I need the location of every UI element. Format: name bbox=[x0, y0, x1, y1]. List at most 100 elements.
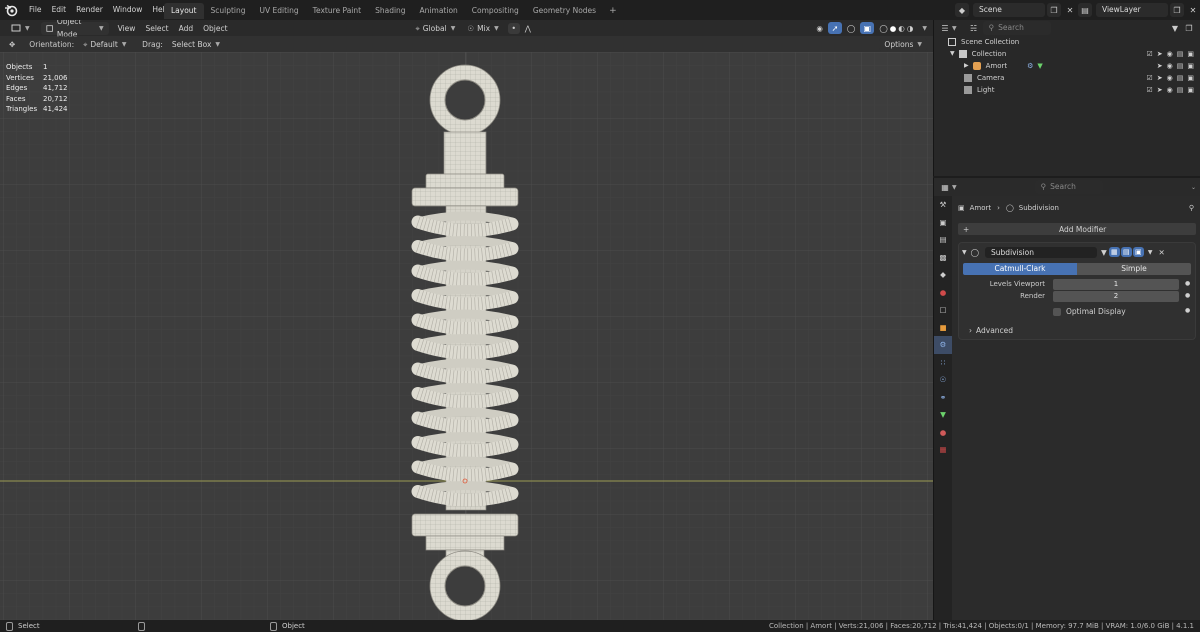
pivot-dropdown[interactable]: ☉ Mix ▼ bbox=[462, 22, 503, 35]
select-arrow-icon[interactable]: ➤ bbox=[1157, 48, 1163, 60]
material-shading-icon[interactable]: ◐ bbox=[898, 22, 905, 35]
expand-amort-icon[interactable]: ▶ bbox=[964, 60, 969, 72]
advanced-subpanel[interactable]: › Advanced bbox=[969, 326, 1013, 335]
camera-icon[interactable]: ▣ bbox=[1187, 60, 1194, 72]
menu-add[interactable]: Add bbox=[174, 22, 199, 35]
delete-scene-icon[interactable]: ✕ bbox=[1063, 3, 1077, 17]
object-tab-icon[interactable]: ■ bbox=[934, 319, 952, 337]
simple-button[interactable]: Simple bbox=[1077, 263, 1191, 275]
transform-orientation-dropdown[interactable]: ⌖ Global ▼ bbox=[411, 22, 461, 35]
transform-tool-icon[interactable]: ✥ bbox=[9, 40, 15, 49]
delete-viewlayer-icon[interactable]: ✕ bbox=[1186, 3, 1200, 17]
scene-tab-icon[interactable]: ◆ bbox=[934, 266, 952, 284]
new-scene-icon[interactable]: ❐ bbox=[1047, 3, 1061, 17]
outliner-item-camera[interactable]: Camera ☑ ➤ ◉ ▤ ▣ bbox=[964, 72, 1194, 84]
outliner-editor-icon[interactable]: ☰ bbox=[938, 21, 952, 35]
overlay-icon[interactable]: ◯ bbox=[842, 22, 860, 35]
3d-viewport[interactable]: ▼ Object Mode ▼ View Select Add Object ⌖ … bbox=[0, 20, 933, 620]
camera-icon[interactable]: ▣ bbox=[1187, 72, 1194, 84]
outliner-search-input[interactable]: ⚲ Search bbox=[982, 21, 1051, 35]
material-tab-icon[interactable]: ● bbox=[934, 424, 952, 442]
keyframe-dot-icon[interactable]: ● bbox=[1185, 307, 1190, 314]
properties-editor-icon[interactable]: ▦ bbox=[938, 180, 952, 194]
menu-edit[interactable]: Edit bbox=[47, 0, 72, 20]
keyframe-dot-icon[interactable]: ● bbox=[1185, 292, 1190, 299]
checkbox-icon[interactable]: ☑ bbox=[1146, 48, 1152, 60]
render-levels-field[interactable]: 2 bbox=[1053, 291, 1179, 302]
optimal-display-checkbox[interactable]: Optimal Display bbox=[1053, 307, 1126, 316]
texture-tab-icon[interactable]: ▦ bbox=[934, 441, 952, 459]
eye-icon[interactable]: ◉ bbox=[1167, 84, 1173, 96]
tool-tab-icon[interactable]: ⚒ bbox=[934, 196, 952, 214]
remove-modifier-icon[interactable]: ✕ bbox=[1158, 248, 1164, 257]
tab-sculpting[interactable]: Sculpting bbox=[204, 3, 253, 19]
menu-object[interactable]: Object bbox=[198, 22, 232, 35]
tab-compositing[interactable]: Compositing bbox=[465, 3, 526, 19]
outliner-item-collection[interactable]: ▼ Collection ☑ ➤ ◉ ▤ ▣ bbox=[950, 48, 1194, 60]
properties-editor-dropdown-icon[interactable]: ▼ bbox=[952, 184, 957, 191]
render-toggle-icon[interactable]: ▣ bbox=[1132, 247, 1144, 257]
outliner-item-amort[interactable]: ▶ Amort ⚙ ▼ ➤ ◉ ▤ ▣ bbox=[964, 60, 1194, 72]
eye-icon[interactable]: ◉ bbox=[1167, 60, 1173, 72]
tab-uv-editing[interactable]: UV Editing bbox=[253, 3, 306, 19]
new-collection-icon[interactable]: ❐ bbox=[1182, 21, 1196, 35]
wireframe-shading-icon[interactable]: ◯ bbox=[879, 22, 887, 35]
gizmo-icon[interactable]: ➚ bbox=[827, 22, 842, 34]
particles-tab-icon[interactable]: ∷ bbox=[934, 354, 952, 372]
physics-tab-icon[interactable]: ☉ bbox=[934, 371, 952, 389]
levels-viewport-field[interactable]: 1 bbox=[1053, 279, 1179, 290]
viewlayer-field[interactable]: ViewLayer bbox=[1096, 3, 1168, 17]
shading-dropdown-icon[interactable]: ▼ bbox=[922, 25, 927, 32]
new-viewlayer-icon[interactable]: ❐ bbox=[1170, 3, 1184, 17]
solid-shading-icon[interactable]: ● bbox=[890, 22, 897, 35]
collection-tab-icon[interactable]: ▢ bbox=[934, 301, 952, 319]
expand-collection-icon[interactable]: ▼ bbox=[950, 48, 955, 60]
camera-icon[interactable]: ▣ bbox=[1187, 84, 1194, 96]
menu-file[interactable]: File bbox=[24, 0, 47, 20]
menu-view[interactable]: View bbox=[113, 22, 141, 35]
select-arrow-icon[interactable]: ➤ bbox=[1157, 72, 1163, 84]
xray-icon[interactable]: ▣ bbox=[860, 22, 875, 34]
monitor-icon[interactable]: ▤ bbox=[1177, 72, 1184, 84]
collapse-icon[interactable]: ▼ bbox=[962, 249, 967, 256]
outliner-editor-dropdown-icon[interactable]: ▼ bbox=[952, 25, 957, 32]
outliner-scene-collection[interactable]: Scene Collection bbox=[948, 36, 1019, 48]
visibility-icon[interactable]: ◉ bbox=[811, 22, 828, 35]
eye-icon[interactable]: ◉ bbox=[1167, 48, 1173, 60]
monitor-icon[interactable]: ▤ bbox=[1177, 84, 1184, 96]
render-tab-icon[interactable]: ▣ bbox=[934, 214, 952, 232]
checkbox-icon[interactable]: ☑ bbox=[1146, 72, 1152, 84]
tab-layout[interactable]: Layout bbox=[164, 3, 204, 19]
rendered-shading-icon[interactable]: ◑ bbox=[907, 22, 914, 35]
scene-field[interactable]: Scene bbox=[973, 3, 1045, 17]
tab-shading[interactable]: Shading bbox=[368, 3, 412, 19]
monitor-icon[interactable]: ▤ bbox=[1177, 60, 1184, 72]
keyframe-dot-icon[interactable]: ● bbox=[1185, 280, 1190, 287]
view-layer-tab-icon[interactable]: ▩ bbox=[934, 249, 952, 267]
blender-logo-icon[interactable] bbox=[4, 3, 18, 17]
constraints-tab-icon[interactable]: ⚭ bbox=[934, 389, 952, 407]
tab-animation[interactable]: Animation bbox=[413, 3, 465, 19]
proportional-edit-icon[interactable]: • bbox=[507, 22, 520, 34]
add-workspace-button[interactable]: + bbox=[603, 6, 623, 16]
properties-options-icon[interactable]: ⌄ bbox=[1191, 184, 1196, 191]
modifier-name-field[interactable]: Subdivision bbox=[985, 246, 1098, 258]
outliner-item-light[interactable]: Light ☑ ➤ ◉ ▤ ▣ bbox=[964, 84, 1194, 96]
drag-dropdown[interactable]: Select Box ▼ bbox=[167, 38, 225, 51]
options-dropdown[interactable]: Options ▼ bbox=[879, 37, 927, 51]
checkbox-icon[interactable]: ☑ bbox=[1146, 84, 1152, 96]
select-arrow-icon[interactable]: ➤ bbox=[1157, 60, 1163, 72]
output-tab-icon[interactable]: ▤ bbox=[934, 231, 952, 249]
edit-mode-toggle-icon[interactable]: ▼ bbox=[1101, 248, 1107, 257]
tab-geometry-nodes[interactable]: Geometry Nodes bbox=[526, 3, 603, 19]
viewport-toggle-icon[interactable]: ▤ bbox=[1120, 247, 1132, 257]
cage-toggle-icon[interactable]: ▦ bbox=[1108, 247, 1120, 257]
camera-icon[interactable]: ▣ bbox=[1187, 48, 1194, 60]
menu-select[interactable]: Select bbox=[140, 22, 173, 35]
scene-icon[interactable]: ◆ bbox=[955, 3, 969, 17]
properties-search-input[interactable]: ⚲ Search bbox=[1034, 180, 1103, 194]
tab-texture-paint[interactable]: Texture Paint bbox=[306, 3, 368, 19]
falloff-icon[interactable]: ⋀ bbox=[520, 22, 536, 35]
display-mode-icon[interactable]: ☵ bbox=[967, 21, 981, 35]
filter-icon[interactable]: ▼ bbox=[1168, 21, 1182, 35]
